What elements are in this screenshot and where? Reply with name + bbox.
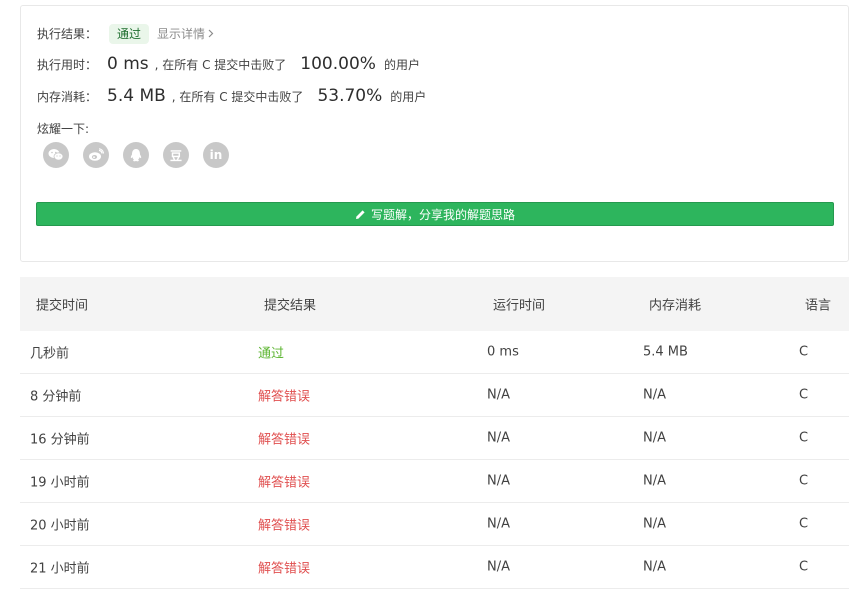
row-memory: 5.4 MB	[643, 344, 688, 360]
row-runtime: N/A	[487, 387, 510, 403]
row-time: 几秒前	[30, 346, 70, 362]
row-result-link[interactable]: 解答错误	[258, 429, 310, 448]
write-solution-button[interactable]: 写题解，分享我的解题思路	[36, 202, 834, 226]
header-submit-time: 提交时间	[36, 298, 89, 314]
weibo-icon[interactable]	[83, 142, 109, 168]
row-result-link[interactable]: 通过	[258, 343, 284, 362]
row-memory: N/A	[643, 516, 666, 532]
row-time: 16 分钟前	[30, 432, 90, 448]
memory-row: 内存消耗： 5.4 MB , 在所有 C 提交中击败了 53.70% 的用户	[37, 86, 426, 106]
memory-beat-text: , 在所有 C 提交中击败了	[171, 90, 304, 104]
row-memory: N/A	[643, 387, 666, 403]
row-language: C	[799, 516, 809, 532]
runtime-label: 执行用时：	[37, 58, 98, 72]
row-runtime: N/A	[487, 559, 510, 575]
table-row: 21 小时前 解答错误 N/A N/A C	[20, 546, 849, 589]
header-memory: 内存消耗	[649, 298, 702, 314]
header-runtime: 运行时间	[493, 298, 546, 314]
show-details-link[interactable]: 显示详情	[157, 25, 214, 42]
memory-value: 5.4 MB	[107, 86, 166, 106]
runtime-suffix: 的用户	[383, 58, 420, 72]
table-header: 提交时间 提交结果 运行时间 内存消耗 语言	[20, 277, 849, 331]
row-result-link[interactable]: 解答错误	[258, 515, 310, 534]
pencil-icon	[355, 209, 365, 219]
submission-result-card: 执行结果： 通过 显示详情 执行用时： 0 ms , 在所有 C 提交中击败了 …	[20, 5, 849, 262]
row-language: C	[799, 473, 809, 489]
chevron-right-icon	[208, 29, 214, 38]
runtime-row: 执行用时： 0 ms , 在所有 C 提交中击败了 100.00% 的用户	[37, 54, 420, 74]
runtime-percentile: 100.00%	[300, 54, 376, 74]
row-time: 19 小时前	[30, 475, 90, 491]
row-language: C	[799, 387, 809, 403]
status-badge: 通过	[109, 24, 150, 44]
row-memory: N/A	[643, 430, 666, 446]
memory-label: 内存消耗：	[37, 90, 98, 104]
result-label: 执行结果：	[37, 27, 98, 41]
memory-suffix: 的用户	[390, 90, 427, 104]
header-submit-result: 提交结果	[264, 298, 317, 314]
write-solution-label: 写题解，分享我的解题思路	[370, 207, 515, 222]
table-row: 8 分钟前 解答错误 N/A N/A C	[20, 374, 849, 417]
share-icons: 豆 in	[43, 142, 229, 168]
table-row: 几秒前 通过 0 ms 5.4 MB C	[20, 331, 849, 374]
row-time: 8 分钟前	[30, 389, 82, 405]
share-label: 炫耀一下:	[37, 122, 90, 136]
row-result-link[interactable]: 解答错误	[258, 472, 310, 491]
row-memory: N/A	[643, 559, 666, 575]
result-row: 执行结果： 通过 显示详情	[37, 24, 214, 44]
row-runtime: N/A	[487, 516, 510, 532]
memory-percentile: 53.70%	[317, 86, 383, 106]
douban-glyph: 豆	[169, 148, 182, 163]
header-language: 语言	[805, 298, 832, 314]
row-result-link[interactable]: 解答错误	[258, 558, 310, 577]
show-details-label: 显示详情	[157, 27, 206, 41]
row-time: 20 小时前	[30, 518, 90, 534]
runtime-value: 0 ms	[107, 54, 149, 74]
linkedin-icon[interactable]: in	[203, 142, 229, 168]
row-runtime: N/A	[487, 473, 510, 489]
share-row: 炫耀一下:	[37, 120, 89, 137]
table-row: 19 小时前 解答错误 N/A N/A C	[20, 460, 849, 503]
runtime-beat-text: , 在所有 C 提交中击败了	[154, 58, 287, 72]
row-runtime: 0 ms	[487, 344, 519, 360]
wechat-icon[interactable]	[43, 142, 69, 168]
row-result-link[interactable]: 解答错误	[258, 386, 310, 405]
row-memory: N/A	[643, 473, 666, 489]
row-language: C	[799, 344, 809, 360]
row-time: 21 小时前	[30, 561, 90, 577]
row-runtime: N/A	[487, 430, 510, 446]
row-language: C	[799, 559, 809, 575]
qq-icon[interactable]	[123, 142, 149, 168]
submissions-table: 提交时间 提交结果 运行时间 内存消耗 语言 几秒前 通过 0 ms 5.4 M…	[20, 277, 849, 589]
row-language: C	[799, 430, 809, 446]
table-row: 16 分钟前 解答错误 N/A N/A C	[20, 417, 849, 460]
douban-icon[interactable]: 豆	[163, 142, 189, 168]
table-row: 20 小时前 解答错误 N/A N/A C	[20, 503, 849, 546]
linkedin-glyph: in	[209, 148, 223, 162]
